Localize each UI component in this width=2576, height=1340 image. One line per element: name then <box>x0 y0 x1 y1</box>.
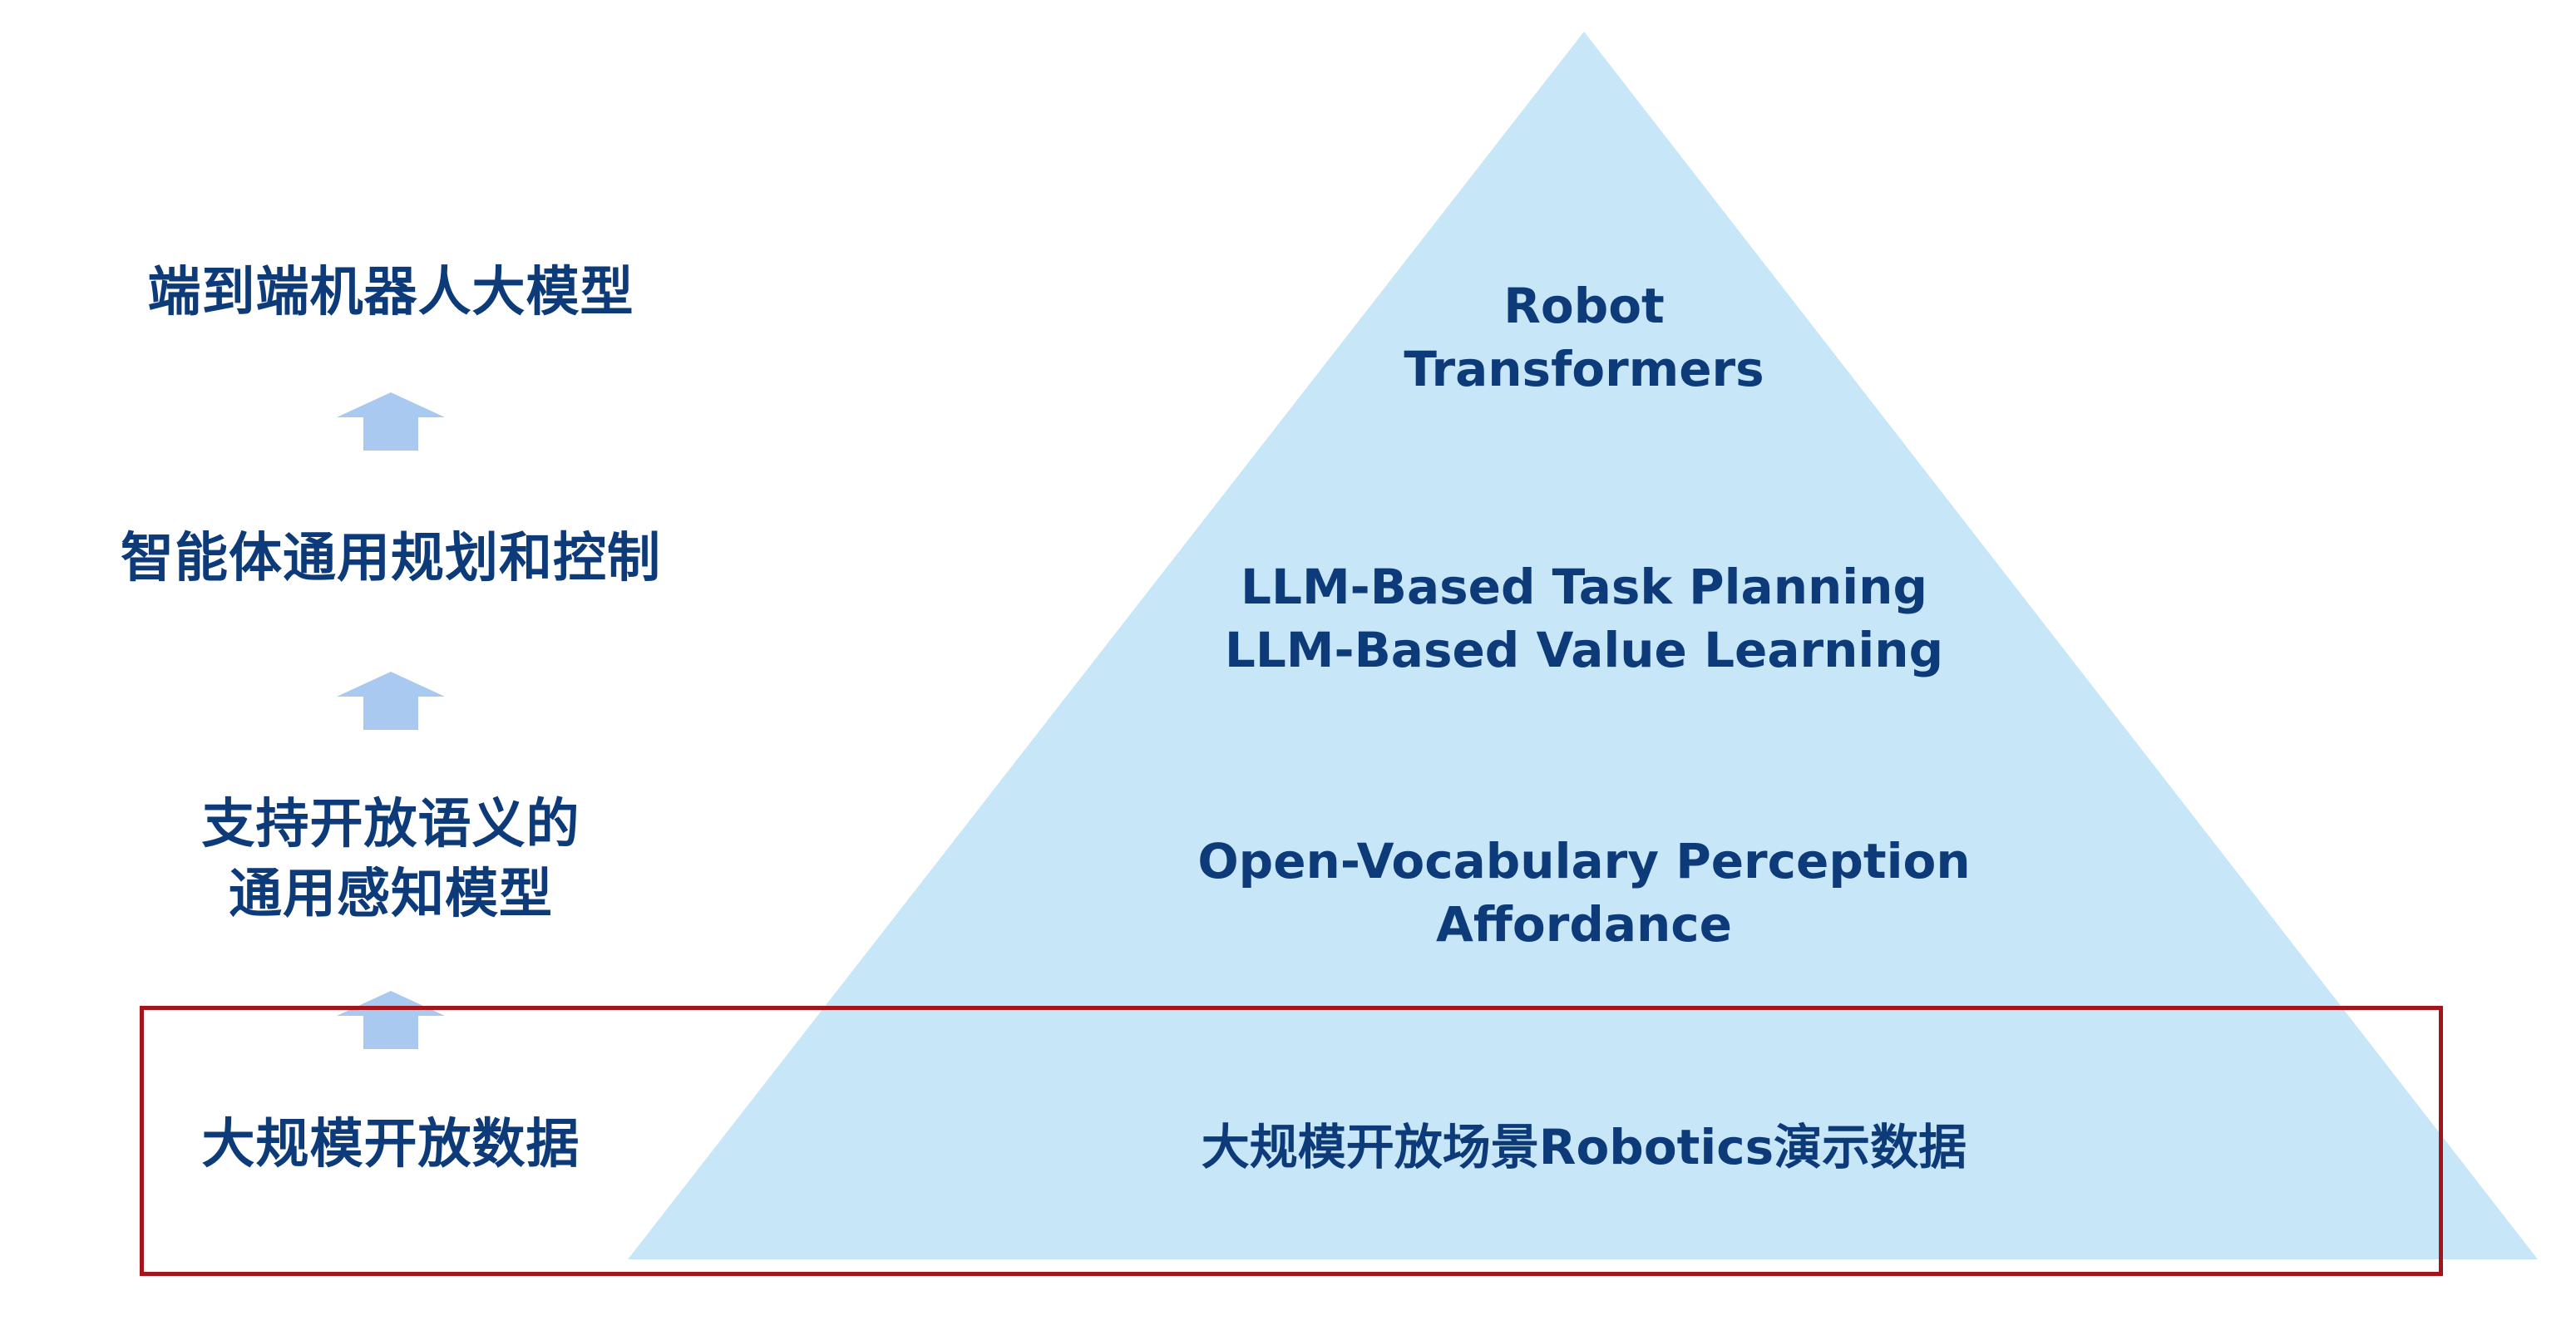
up-arrow-icon <box>337 392 445 451</box>
tier-robot-transformers: Robot Transformers <box>1081 274 2087 401</box>
tier-open-vocabulary: Open-Vocabulary Perception Affordance <box>1081 830 2087 956</box>
tier-open-vocabulary-line2: Affordance <box>1436 896 1732 953</box>
left-label-agent-planning: 智能体通用规划和控制 <box>50 524 732 594</box>
tier-llm-planning-line2: LLM-Based Value Learning <box>1224 622 1944 678</box>
tier-robot-transformers-line1: Robot <box>1503 278 1665 334</box>
up-arrow-icon <box>337 672 445 730</box>
tier-open-vocabulary-line1: Open-Vocabulary Perception <box>1197 833 1971 889</box>
left-label-end-to-end-model-text: 端到端机器人大模型 <box>147 262 634 323</box>
tier-robot-transformers-line2: Transformers <box>1404 341 1764 397</box>
highlight-box-bottom-tier <box>140 1006 2443 1276</box>
tier-llm-planning: LLM-Based Task Planning LLM-Based Value … <box>1081 555 2087 682</box>
left-label-perception-model-line1: 支持开放语义的 <box>201 794 580 855</box>
left-label-end-to-end-model: 端到端机器人大模型 <box>50 258 732 328</box>
left-label-perception-model: 支持开放语义的 通用感知模型 <box>50 790 732 929</box>
tier-llm-planning-line1: LLM-Based Task Planning <box>1241 559 1927 615</box>
left-label-agent-planning-text: 智能体通用规划和控制 <box>121 528 661 589</box>
left-label-perception-model-line2: 通用感知模型 <box>229 864 553 925</box>
